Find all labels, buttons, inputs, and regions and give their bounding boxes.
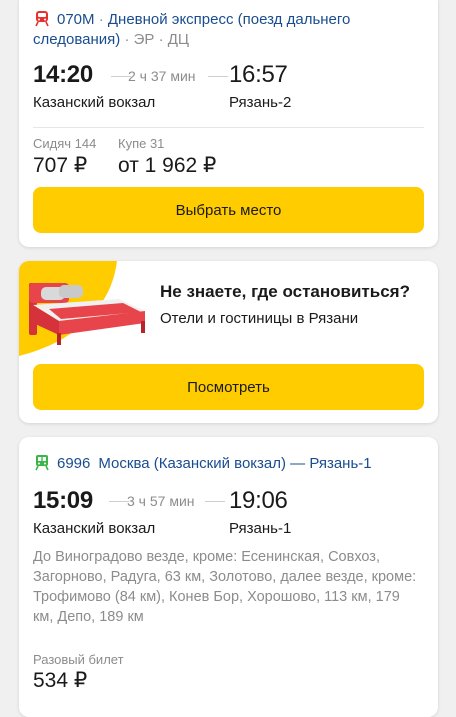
promo-title: Не знаете, где остановиться? xyxy=(160,282,410,301)
departure-station: Казанский вокзал xyxy=(33,520,156,537)
separator: · xyxy=(94,11,108,28)
arrival-time: 19:06 xyxy=(229,487,288,514)
fare-price-seat[interactable]: 707 ₽ xyxy=(33,153,87,178)
fare-price-coupe[interactable]: от 1 962 ₽ xyxy=(118,153,216,178)
bed-icon xyxy=(19,261,145,356)
duration-line-right xyxy=(208,76,228,77)
duration: 3 ч 57 мин xyxy=(127,493,195,509)
view-hotels-button[interactable]: Посмотреть xyxy=(33,364,424,410)
train-number[interactable]: 6996 xyxy=(57,455,90,472)
duration: 2 ч 37 мин xyxy=(128,68,196,84)
train-header: 6996 Москва (Казанский вокзал) — Рязань-1 xyxy=(33,453,424,474)
fare-label: Разовый билет xyxy=(33,652,124,667)
train-card-070m[interactable]: 070М · Дневной экспресс (поезд дальнего … xyxy=(19,0,438,247)
fare-class-coupe: Купе 31 xyxy=(118,136,165,151)
divider xyxy=(33,127,424,128)
choose-seat-button[interactable]: Выбрать место xyxy=(33,187,424,233)
train-card-6996[interactable]: 6996 Москва (Казанский вокзал) — Рязань-1… xyxy=(19,437,438,717)
fare-class-seat: Сидяч 144 xyxy=(33,136,97,151)
fare-price[interactable]: 534 ₽ xyxy=(33,668,87,693)
train-header: 070М · Дневной экспресс (поезд дальнего … xyxy=(33,9,424,50)
departure-time: 15:09 xyxy=(33,487,93,514)
arrival-station: Рязань-2 xyxy=(229,94,292,111)
train-route[interactable]: Москва (Казанский вокзал) — Рязань-1 xyxy=(98,455,371,472)
train-number[interactable]: 070М xyxy=(57,11,95,28)
departure-station: Казанский вокзал xyxy=(33,94,156,111)
stops-description: До Виноградово везде, кроме: Есенинская,… xyxy=(33,549,417,625)
arrival-station: Рязань-1 xyxy=(229,520,292,537)
train-icon xyxy=(35,11,49,27)
departure-time: 14:20 xyxy=(33,61,93,88)
duration-line-left xyxy=(109,501,129,502)
train-tags: · ЭР · ДЦ xyxy=(120,31,189,48)
arrival-time: 16:57 xyxy=(229,61,288,88)
suburban-train-icon xyxy=(35,455,49,471)
duration-line-right xyxy=(205,501,225,502)
hotel-promo-card[interactable]: Не знаете, где остановиться? Отели и гос… xyxy=(19,261,438,423)
promo-subtitle: Отели и гостиницы в Рязани xyxy=(160,310,359,327)
